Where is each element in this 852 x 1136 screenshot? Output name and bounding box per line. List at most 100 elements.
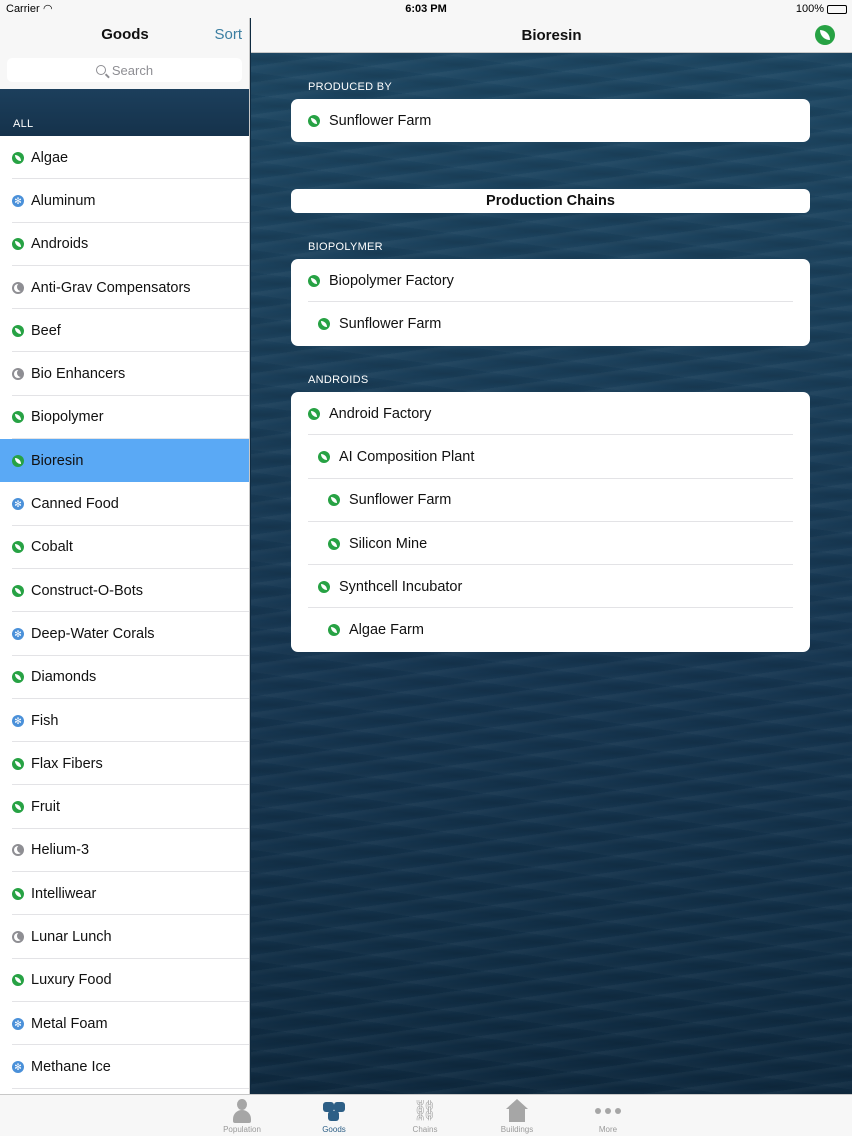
sort-button[interactable]: Sort	[214, 26, 242, 43]
goods-item-label: Androids	[31, 236, 89, 253]
chain-row-biopolymer-factory[interactable]: Biopolymer Factory	[291, 259, 810, 303]
leaf-icon	[308, 407, 320, 420]
goods-item-canned-food[interactable]: Canned Food	[0, 482, 249, 526]
person-icon	[232, 1099, 252, 1123]
leaf-icon	[318, 580, 330, 593]
leaf-icon[interactable]	[815, 25, 835, 45]
row-label: Biopolymer Factory	[329, 272, 454, 289]
tab-goods[interactable]: Goods	[299, 1095, 369, 1136]
chain-row-ai-composition-plant[interactable]: AI Composition Plant	[291, 435, 810, 479]
snowflake-icon	[12, 497, 24, 511]
search-icon	[95, 65, 106, 75]
chain-row-silicon-mine[interactable]: Silicon Mine	[291, 522, 810, 566]
moon-icon	[12, 930, 24, 943]
chain-card-androids: Android Factory AI Composition Plant Sunfl…	[291, 392, 810, 652]
goods-item-diamonds[interactable]: Diamonds	[0, 655, 249, 700]
goods-item-androids[interactable]: Androids	[0, 222, 249, 267]
goods-item-metal-foam[interactable]: Metal Foam	[0, 1001, 249, 1046]
snowflake-icon	[12, 714, 24, 728]
leaf-icon	[12, 238, 24, 251]
leaf-icon	[12, 454, 24, 467]
goods-item-fruit[interactable]: Fruit	[0, 785, 249, 830]
leaf-icon	[12, 974, 24, 987]
goods-item-label: Fish	[31, 712, 59, 729]
goods-item-algae[interactable]: Algae	[0, 136, 249, 180]
battery-icon	[827, 5, 847, 14]
goods-item-label: Intelliwear	[31, 885, 97, 902]
goods-item-luxury-food[interactable]: Luxury Food	[0, 958, 249, 1003]
moon-icon	[12, 281, 24, 294]
tab-label: Population	[223, 1125, 261, 1134]
chain-row-algae-farm[interactable]: Algae Farm	[291, 608, 810, 651]
goods-item-label: Cobalt	[31, 539, 73, 556]
goods-item-label: Methane Ice	[31, 1058, 111, 1075]
snowflake-icon	[12, 194, 24, 208]
tab-label: Buildings	[500, 1125, 534, 1134]
row-label: Silicon Mine	[349, 535, 428, 552]
goods-detail-pane: Bioresin PRODUCED BY Sunflower Farm Prod…	[251, 18, 852, 1094]
goods-item-fish[interactable]: Fish	[0, 698, 249, 743]
more-icon	[595, 1099, 621, 1123]
leaf-icon	[12, 757, 24, 770]
goods-item-deep-water-corals[interactable]: Deep-Water Corals	[0, 612, 249, 656]
tab-more[interactable]: More	[573, 1095, 643, 1136]
row-label: AI Composition Plant	[339, 448, 475, 465]
row-label: Algae Farm	[349, 622, 424, 639]
chain-row-sunflower-farm[interactable]: Sunflower Farm	[291, 302, 810, 345]
detail-navigation-bar: Bioresin	[251, 18, 852, 53]
chain-row-sunflower-farm[interactable]: Sunflower Farm	[291, 479, 810, 523]
leaf-icon	[308, 114, 320, 127]
goods-item-cobalt[interactable]: Cobalt	[0, 525, 249, 570]
goods-item-biopolymer[interactable]: Biopolymer	[0, 395, 249, 440]
leaf-icon	[328, 537, 340, 550]
master-title: Goods	[101, 26, 149, 43]
goods-item-lunar-lunch[interactable]: Lunar Lunch	[0, 915, 249, 959]
moon-icon	[12, 844, 24, 857]
tab-label: More	[598, 1125, 618, 1134]
leaf-icon	[328, 494, 340, 507]
goods-item-intelliwear[interactable]: Intelliwear	[0, 872, 249, 916]
goods-item-label: Aluminum	[31, 192, 96, 209]
goods-item-construct-o-bots[interactable]: Construct-O-Bots	[0, 568, 249, 613]
leaf-icon	[12, 887, 24, 900]
goods-item-label: Flax Fibers	[31, 755, 103, 772]
leaf-icon	[12, 801, 24, 814]
goods-item-flax-fibers[interactable]: Flax Fibers	[0, 742, 249, 786]
goods-item-methane-ice[interactable]: Methane Ice	[0, 1045, 249, 1089]
producer-row-sunflower-farm[interactable]: Sunflower Farm	[291, 99, 810, 142]
goods-item-label: Fruit	[31, 799, 60, 816]
goods-item-bio-enhancers[interactable]: Bio Enhancers	[0, 352, 249, 397]
goods-item-bioresin[interactable]: Bioresin	[0, 439, 249, 483]
detail-title: Bioresin	[521, 27, 582, 44]
goods-item-label: Helium-3	[31, 842, 90, 859]
goods-icon	[321, 1099, 347, 1121]
leaf-icon	[12, 411, 24, 424]
goods-item-label: Beef	[31, 322, 61, 339]
goods-master-pane: Goods Sort Search ALL Algae Aluminum Andro…	[0, 18, 250, 1094]
tab-chains[interactable]: ⛓ Chains	[390, 1095, 460, 1136]
goods-item-label: Bioresin	[31, 452, 84, 469]
leaf-icon	[12, 584, 24, 597]
chain-row-synthcell-incubator[interactable]: Synthcell Incubator	[291, 565, 810, 609]
section-header-all: ALL	[0, 89, 249, 136]
goods-item-label: Algae	[31, 149, 69, 166]
goods-item-label: Canned Food	[31, 496, 119, 513]
chain-row-android-factory[interactable]: Android Factory	[291, 392, 810, 436]
row-label: Synthcell Incubator	[339, 578, 463, 595]
goods-item-anti-grav-compensators[interactable]: Anti-Grav Compensators	[0, 265, 249, 310]
search-bar: Search	[0, 53, 249, 89]
building-icon	[505, 1099, 529, 1123]
tab-buildings[interactable]: Buildings	[482, 1095, 552, 1136]
search-input[interactable]: Search	[7, 58, 242, 82]
search-placeholder: Search	[111, 62, 154, 78]
tab-population[interactable]: Population	[207, 1095, 277, 1136]
leaf-icon	[308, 274, 320, 287]
goods-item-beef[interactable]: Beef	[0, 309, 249, 353]
goods-item-label: Deep-Water Corals	[31, 625, 155, 642]
goods-item-label: Bio Enhancers	[31, 366, 126, 383]
goods-item-aluminum[interactable]: Aluminum	[0, 179, 249, 223]
snowflake-icon	[12, 1060, 24, 1074]
goods-item-label: Luxury Food	[31, 972, 112, 989]
goods-item-helium-3[interactable]: Helium-3	[0, 828, 249, 873]
goods-list: Algae Aluminum Androids Anti-Grav Compensat…	[0, 136, 249, 1089]
